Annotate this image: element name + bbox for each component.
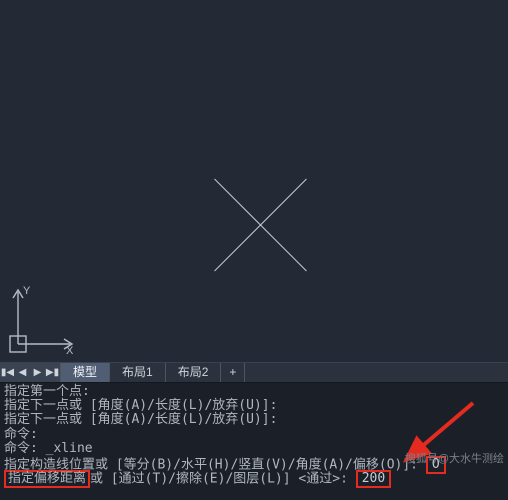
tab-nav-group: ▮◀ ◀ ▶ ▶▮ (0, 363, 61, 382)
drawing-viewport[interactable]: Y X (0, 0, 508, 362)
tab-next-icon[interactable]: ▶ (30, 363, 45, 382)
tab-model[interactable]: 模型 (61, 363, 110, 382)
tab-layout2[interactable]: 布局2 (166, 363, 222, 382)
tab-last-icon[interactable]: ▶▮ (45, 363, 60, 382)
svg-text:Y: Y (23, 285, 31, 297)
tab-layout1[interactable]: 布局1 (110, 363, 166, 382)
cmd-history-line: 指定下一点或 [角度(A)/长度(L)/放弃(U)]: (4, 413, 504, 427)
layout-tab-bar: ▮◀ ◀ ▶ ▶▮ 模型 布局1 布局2 + (0, 362, 508, 383)
cmd-history-line: 命令: _xline (4, 442, 504, 456)
tab-prev-icon[interactable]: ◀ (15, 363, 30, 382)
tab-first-icon[interactable]: ▮◀ (0, 363, 15, 382)
cmd-input-o: O (426, 456, 446, 474)
ucs-icon: Y X (6, 284, 86, 356)
tab-add-button[interactable]: + (221, 363, 245, 382)
cmd-input-200: 200 (356, 470, 391, 488)
cmd-highlight-offset-label: 指定偏移距离 (4, 470, 90, 488)
command-window[interactable]: 指定第一个点: 指定下一点或 [角度(A)/长度(L)/放弃(U)]: 指定下一… (0, 383, 508, 500)
svg-text:X: X (66, 345, 74, 356)
cmd-history-line: 指定构造线位置或 [等分(B)/水平(H)/竖直(V)/角度(A)/偏移(O)]… (4, 456, 504, 470)
cmd-history-line: 命令: (4, 428, 504, 442)
